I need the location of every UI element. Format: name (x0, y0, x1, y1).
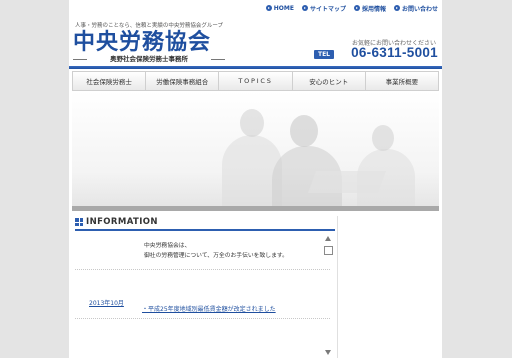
brand-subtitle: 奥野社会保険労務士事務所 (73, 55, 225, 63)
site-logo[interactable]: 中央労務協会 (73, 30, 211, 54)
hero-laptop (307, 171, 387, 193)
scroll-down-arrow-icon[interactable] (325, 350, 331, 355)
topnav-recruit-label: 採用情報 (361, 5, 386, 13)
nav-item-labor-insurance[interactable]: 労働保険事務組合 (146, 72, 220, 90)
topnav-recruit-link[interactable]: 採用情報 (353, 4, 386, 13)
nav-item-sharoushi[interactable]: 社会保険労務士 (73, 72, 147, 90)
hero-image (72, 91, 439, 206)
top-navigation: HOME サイトマップ 採用情報 お問い合わせ (265, 4, 438, 13)
circle-arrow-icon (265, 5, 272, 11)
information-heading: INFORMATION (75, 216, 335, 228)
header-divider (69, 66, 442, 69)
divider (75, 318, 330, 319)
topnav-contact-link[interactable]: お問い合わせ (393, 4, 438, 13)
circle-arrow-icon (393, 5, 400, 11)
information-title: INFORMATION (86, 217, 158, 227)
topnav-home-label: HOME (273, 4, 294, 12)
information-intro: 中央労務協会は、 御社の労務管理について、万全のお手伝いを致します。 (144, 241, 329, 261)
intro-line: 御社の労務管理について、万全のお手伝いを致します。 (144, 253, 288, 259)
topnav-home-link[interactable]: HOME (265, 4, 294, 12)
topnav-contact-label: お問い合わせ (401, 5, 438, 13)
main-navigation: 社会保険労務士 労働保険事務組合 TOPICS 安心のヒント 事業所概要 (72, 71, 439, 91)
topnav-sitemap-link[interactable]: サイトマップ (301, 4, 346, 13)
subtitle-rule-left (73, 59, 87, 60)
phone-number[interactable]: 06-6311-5001 (351, 45, 438, 60)
grid-square-icon (75, 218, 83, 226)
scroll-up-arrow-icon[interactable] (325, 236, 331, 241)
subtitle-rule-right (211, 59, 225, 60)
nav-item-topics[interactable]: TOPICS (219, 72, 293, 90)
column-divider (337, 216, 338, 358)
brand-subtitle-text: 奥野社会保険労務士事務所 (110, 55, 188, 63)
circle-arrow-icon (301, 5, 308, 11)
news-item-link[interactable]: ・平成25年度地域別最低賃金額が改定されました (142, 304, 276, 313)
scroll-checkbox[interactable] (324, 246, 333, 255)
header-tagline: 人事・労務のことなら、信頼と実績の中央労務協会グループ (75, 23, 224, 29)
news-scroll-control (322, 232, 336, 358)
topnav-sitemap-label: サイトマップ (309, 5, 346, 13)
circle-arrow-icon (353, 5, 360, 11)
news-date[interactable]: 2013年10月 (89, 298, 124, 307)
intro-line: 中央労務協会は、 (144, 243, 191, 249)
nav-item-hints[interactable]: 安心のヒント (293, 72, 366, 90)
hero-bottom-band (72, 206, 439, 211)
hero-person-center-head (290, 115, 318, 147)
hero-person-right-head (372, 125, 394, 151)
tel-badge: TEL (314, 50, 334, 59)
hero-person-left-head (240, 109, 264, 137)
nav-item-office-overview[interactable]: 事業所概要 (366, 72, 438, 90)
divider (75, 269, 330, 270)
information-rule (75, 229, 335, 231)
page-container: 人事・労務のことなら、信頼と実績の中央労務協会グループ 中央労務協会 奥野社会保… (69, 0, 442, 358)
